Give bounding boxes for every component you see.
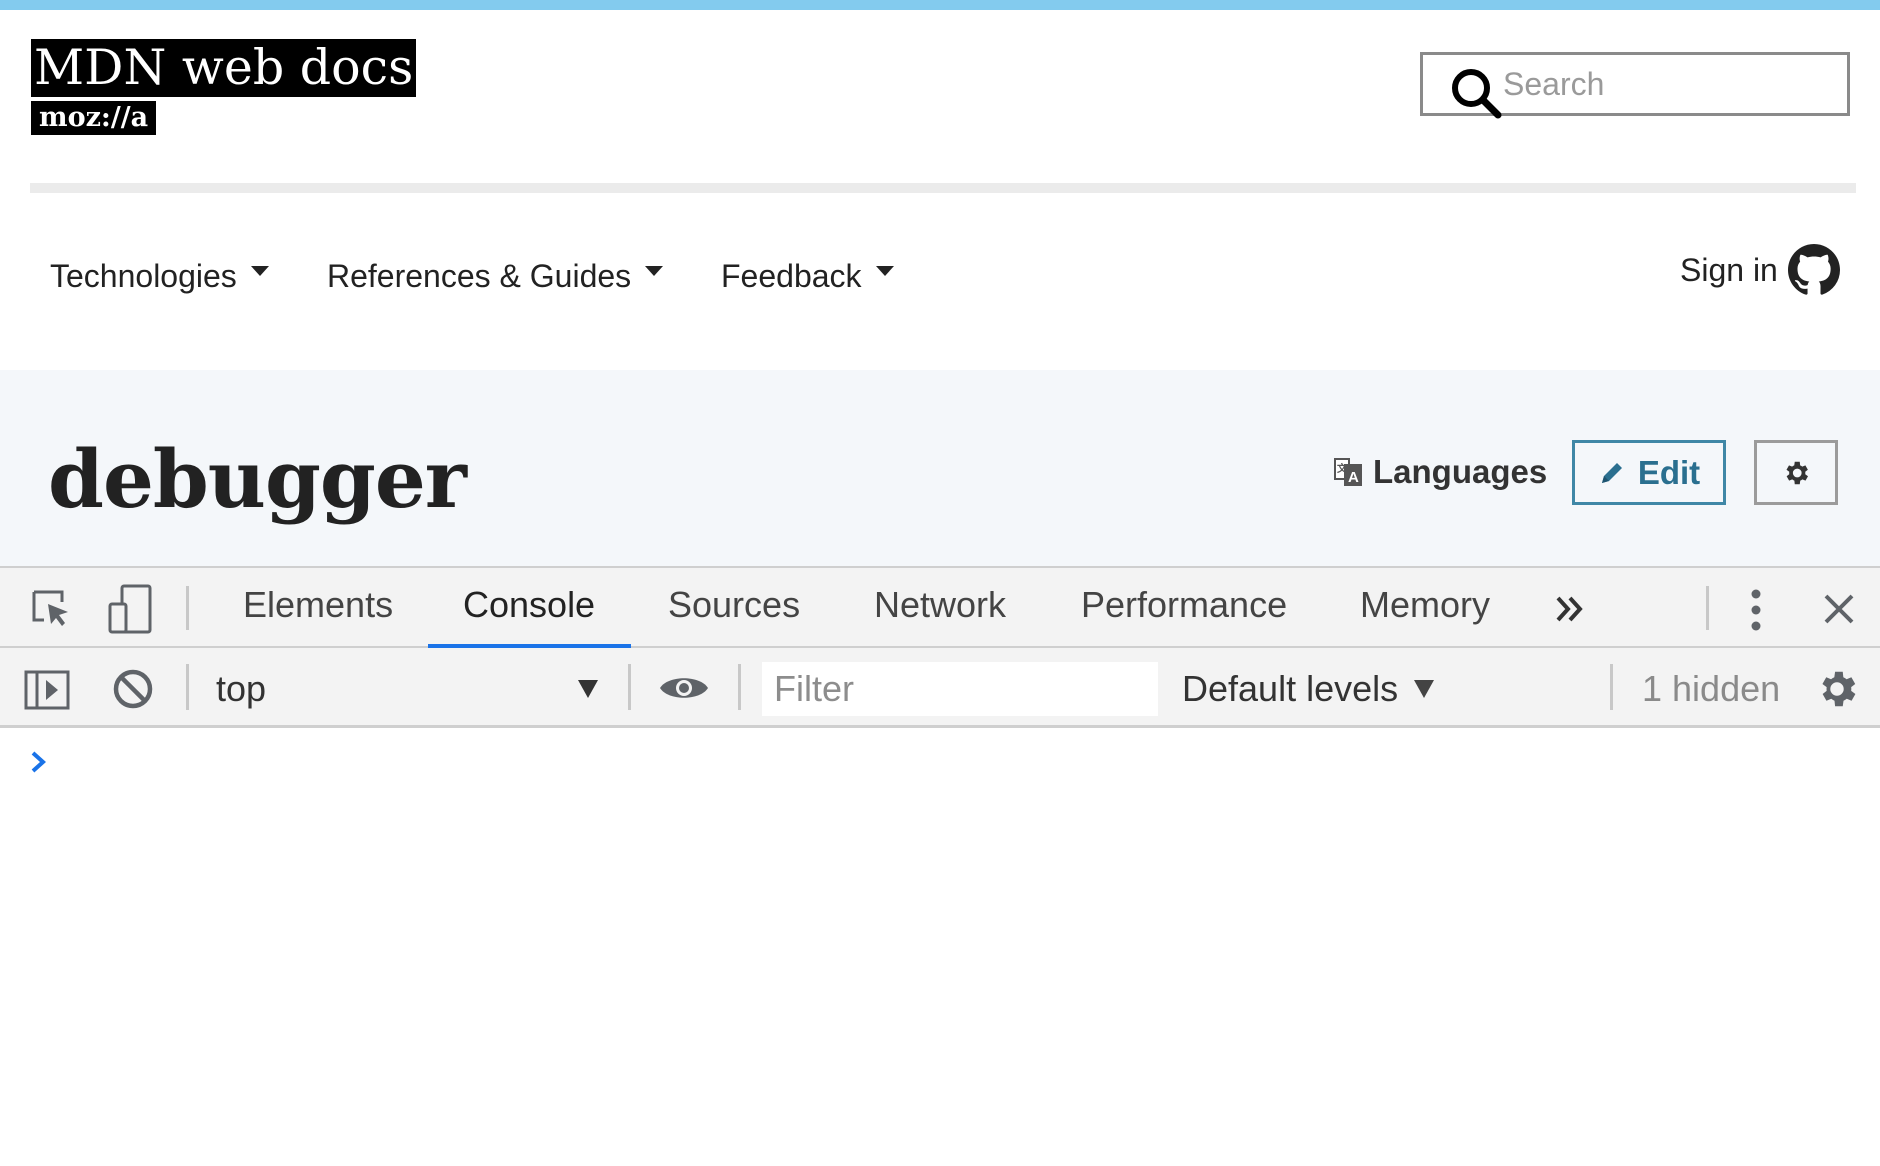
mozilla-wordmark: moz://a [31,101,157,135]
languages-button[interactable]: A 文 Languages [1333,453,1547,491]
toolbar-divider [186,586,189,630]
more-options-icon[interactable] [1750,588,1762,632]
nav-technologies-label: Technologies [50,258,237,294]
svg-text:A: A [1348,469,1359,486]
page-title: debugger [48,432,467,526]
console-settings-gear-icon[interactable] [1814,666,1860,712]
page-settings-button[interactable] [1754,440,1838,505]
header-divider [30,183,1856,193]
log-levels-label: Default levels [1182,668,1399,709]
live-expression-eye-icon[interactable] [658,672,710,704]
search-input[interactable] [1503,63,1833,105]
console-prompt-icon[interactable] [28,748,50,776]
edit-label: Edit [1637,453,1701,491]
sign-in-label: Sign in [1680,251,1778,288]
search-box[interactable] [1420,52,1850,119]
device-toolbar-icon[interactable] [106,584,154,634]
toolbar-divider [628,664,631,710]
tab-memory[interactable]: Memory [1360,584,1490,626]
tab-network[interactable]: Network [874,584,1006,626]
nav-technologies[interactable]: Technologies [50,258,269,295]
svg-text:文: 文 [1337,462,1348,475]
nav-feedback-label: Feedback [721,258,862,294]
github-icon [1787,244,1840,295]
close-icon[interactable] [1822,592,1856,626]
log-levels-dropdown[interactable]: Default levels [1182,668,1435,710]
clear-console-icon[interactable] [112,668,154,710]
tab-performance[interactable]: Performance [1081,584,1287,626]
gear-icon [1786,461,1808,484]
context-label: top [216,668,267,709]
tab-console[interactable]: Console [463,584,595,626]
console-filter-input[interactable] [762,662,1158,716]
caret-down-icon [875,265,894,276]
toolbar-divider [1706,586,1709,630]
toolbar-divider [1610,664,1613,710]
toolbar-divider [738,664,741,710]
pencil-icon [1601,462,1622,483]
more-tabs-chevron-icon[interactable] [1554,592,1586,626]
console-sidebar-icon[interactable] [24,670,70,710]
tab-sources[interactable]: Sources [668,584,800,626]
hidden-messages-count: 1 hidden [1642,668,1781,709]
nav-feedback[interactable]: Feedback [721,258,894,295]
edit-button[interactable]: Edit [1572,440,1726,505]
logo-title: MDN web docs [31,39,417,97]
caret-down-icon [578,680,598,698]
toolbar-divider [186,664,189,710]
search-icon [1452,69,1502,119]
tab-elements[interactable]: Elements [243,584,393,626]
languages-label: Languages [1373,453,1548,490]
nav-references-guides[interactable]: References & Guides [327,258,664,295]
sign-in-link[interactable]: Sign in [1680,244,1840,296]
mdn-logo[interactable]: MDN web docs moz://a [31,39,417,135]
caret-down-icon [645,265,664,276]
caret-down-icon [250,265,269,276]
caret-down-icon [1414,680,1435,698]
inspect-element-icon[interactable] [28,586,74,632]
top-accent-stripe [0,0,1880,10]
language-icon: A 文 [1334,458,1362,486]
nav-references-label: References & Guides [327,258,632,294]
